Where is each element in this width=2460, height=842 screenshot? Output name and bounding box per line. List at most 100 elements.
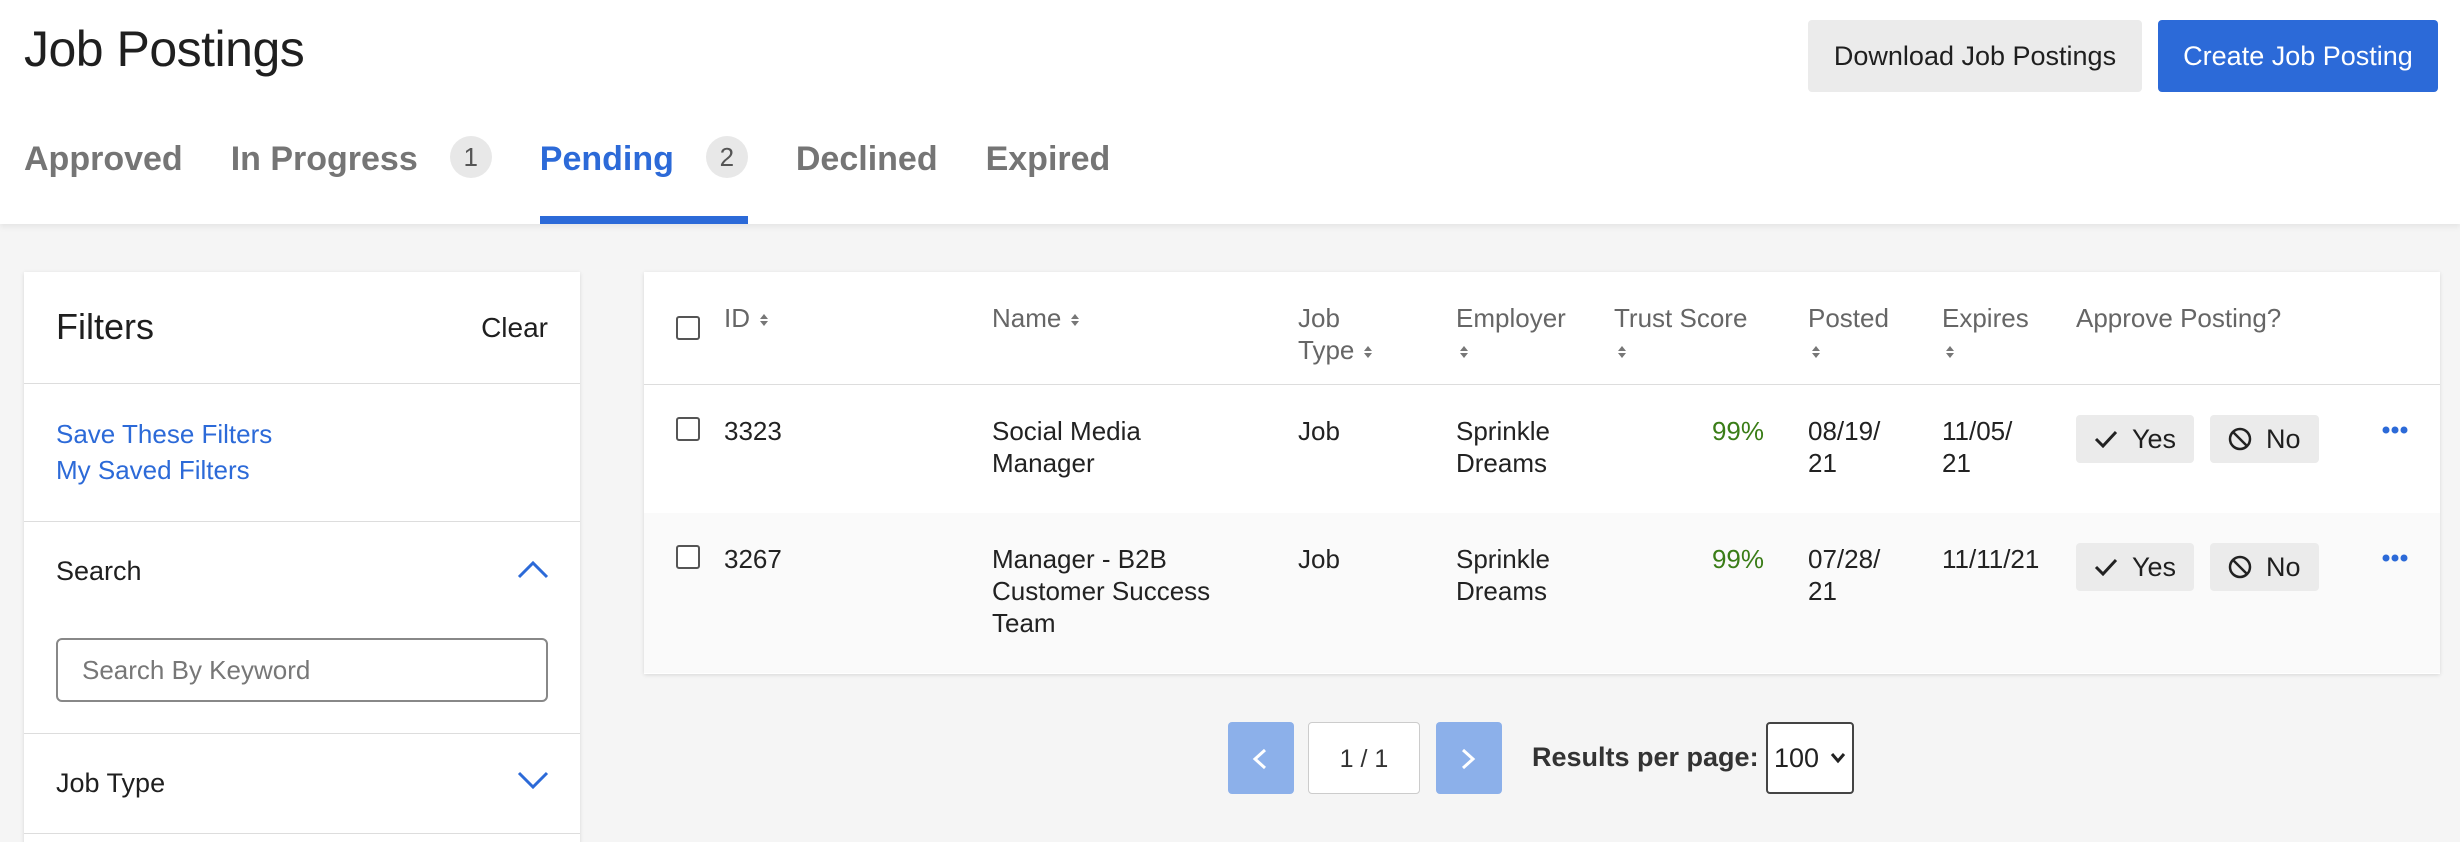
search-section: Search	[24, 522, 580, 734]
row-expires-line: 11/05/	[1942, 416, 2013, 446]
row-posted-line: 21	[1808, 576, 1837, 606]
approve-yes-label: Yes	[2132, 551, 2177, 582]
column-header-label: Type	[1298, 335, 1355, 365]
chevron-left-icon	[1252, 748, 1267, 770]
sort-icon	[1460, 346, 1468, 359]
column-header-label: ID	[724, 303, 750, 333]
row-employer-line: Sprinkle	[1456, 544, 1550, 574]
block-icon	[2228, 427, 2252, 451]
next-page-button[interactable]	[1436, 722, 1502, 794]
sort-icon	[1618, 346, 1626, 359]
column-header-label: Job	[1298, 303, 1340, 333]
filters-panel: Filters Clear Save These Filters My Save…	[24, 272, 580, 842]
row-job-type: Job	[1298, 416, 1340, 446]
search-input[interactable]	[56, 638, 548, 702]
approve-no-button[interactable]: No	[2210, 415, 2319, 463]
tab-in-progress[interactable]: In Progress 1	[230, 136, 492, 224]
row-expires: 11/05/21	[1942, 415, 2012, 479]
row-posted-line: 07/28/	[1808, 544, 1881, 574]
filters-header: Filters Clear	[24, 272, 580, 384]
job-postings-table: ID Name Job Type Employer Trust Score Pos…	[644, 272, 2440, 674]
chevron-down-icon	[1830, 753, 1846, 764]
more-options-icon[interactable]	[2382, 425, 2408, 435]
page-title: Job Postings	[24, 21, 305, 77]
tab-label: Expired	[985, 140, 1111, 178]
approve-yes-button[interactable]: Yes	[2076, 543, 2195, 591]
tab-label: In Progress	[230, 140, 418, 178]
create-job-posting-button[interactable]: Create Job Posting	[2158, 20, 2438, 92]
checkmark-icon	[2094, 558, 2118, 576]
chevron-right-icon	[1461, 748, 1476, 770]
job-type-section[interactable]: Job Type	[24, 734, 580, 834]
sort-icon	[1071, 314, 1080, 327]
results-per-page-select[interactable]: 100	[1766, 722, 1854, 794]
table-header: ID Name Job Type Employer Trust Score Pos…	[644, 272, 2440, 385]
previous-page-button[interactable]	[1228, 722, 1294, 794]
approve-no-label: No	[2266, 423, 2301, 454]
row-checkbox[interactable]	[676, 417, 700, 441]
select-all-checkbox[interactable]	[676, 316, 700, 340]
page-indicator: 1 / 1	[1308, 722, 1420, 794]
row-employer-line: Dreams	[1456, 576, 1548, 606]
row-name[interactable]: Manager - B2B Customer Success Team	[992, 543, 1210, 639]
column-header-id[interactable]: ID	[724, 302, 768, 334]
tab-declined[interactable]: Declined	[796, 140, 938, 224]
row-id: 3323	[724, 416, 782, 446]
results-per-page-value: 100	[1774, 743, 1820, 773]
clear-filters-button[interactable]: Clear	[481, 312, 548, 344]
row-employer: Sprinkle Dreams	[1456, 543, 1550, 607]
row-employer-line: Dreams	[1456, 448, 1548, 478]
approve-no-button[interactable]: No	[2210, 543, 2319, 591]
row-posted-line: 21	[1808, 448, 1837, 478]
my-saved-filters-link[interactable]: My Saved Filters	[56, 452, 548, 488]
download-job-postings-button[interactable]: Download Job Postings	[1808, 20, 2142, 92]
column-header-name[interactable]: Name	[992, 302, 1080, 334]
row-name-line: Manager - B2B	[992, 544, 1167, 574]
sort-icon	[1812, 346, 1820, 359]
tab-label: Pending	[539, 140, 674, 178]
sort-icon	[1946, 346, 1954, 359]
row-trust-score: 99%	[1711, 416, 1764, 446]
search-section-label: Search	[56, 556, 142, 586]
row-name-line: Manager	[992, 448, 1095, 478]
row-checkbox[interactable]	[676, 545, 700, 569]
column-header-employer[interactable]: Employer	[1456, 302, 1566, 366]
tab-approved[interactable]: Approved	[24, 140, 183, 224]
column-header-label: Expires	[1942, 303, 2029, 333]
save-filters-link[interactable]: Save These Filters	[56, 416, 548, 452]
tab-label: Declined	[795, 140, 938, 178]
saved-filters-links: Save These Filters My Saved Filters	[24, 384, 580, 522]
column-header-trust-score[interactable]: Trust Score	[1614, 302, 1747, 366]
job-type-section-label: Job Type	[56, 768, 166, 798]
table-row: 3267 Manager - B2B Customer Success Team J…	[644, 513, 2440, 673]
row-employer: Sprinkle Dreams	[1456, 415, 1550, 479]
column-header-posted[interactable]: Posted	[1808, 302, 1889, 366]
column-header-approve: Approve Posting?	[2076, 303, 2282, 333]
row-name-line: Team	[992, 608, 1056, 638]
results-per-page-label: Results per page:	[1532, 742, 1759, 772]
column-header-label: Trust Score	[1614, 303, 1748, 333]
tab-pending[interactable]: Pending 2	[539, 136, 748, 224]
row-expires-line: 21	[1942, 448, 1971, 478]
status-tabs: Approved In Progress 1 Pending 2 Decline…	[24, 136, 1158, 224]
more-options-icon[interactable]	[2382, 553, 2408, 563]
table-row: 3323 Social Media Manager Job Sprinkle Dre…	[644, 385, 2440, 513]
sort-icon	[1364, 346, 1373, 359]
row-name[interactable]: Social Media Manager	[992, 415, 1141, 479]
tab-count-badge: 1	[449, 136, 492, 178]
tab-label: Approved	[24, 140, 183, 178]
row-id: 3267	[724, 544, 782, 574]
row-trust-score: 99%	[1711, 544, 1764, 574]
column-header-label: Posted	[1808, 303, 1889, 333]
approve-no-label: No	[2266, 551, 2301, 582]
row-job-type: Job	[1298, 544, 1340, 574]
row-posted: 08/19/21	[1808, 415, 1880, 479]
column-header-expires[interactable]: Expires	[1942, 302, 2029, 366]
approve-yes-button[interactable]: Yes	[2076, 415, 2195, 463]
sort-icon	[760, 314, 768, 327]
checkmark-icon	[2094, 430, 2118, 448]
tab-expired[interactable]: Expired	[986, 140, 1111, 224]
chevron-down-icon[interactable]	[516, 770, 550, 792]
chevron-up-icon[interactable]	[516, 558, 550, 580]
column-header-job-type[interactable]: Job Type	[1298, 302, 1373, 366]
